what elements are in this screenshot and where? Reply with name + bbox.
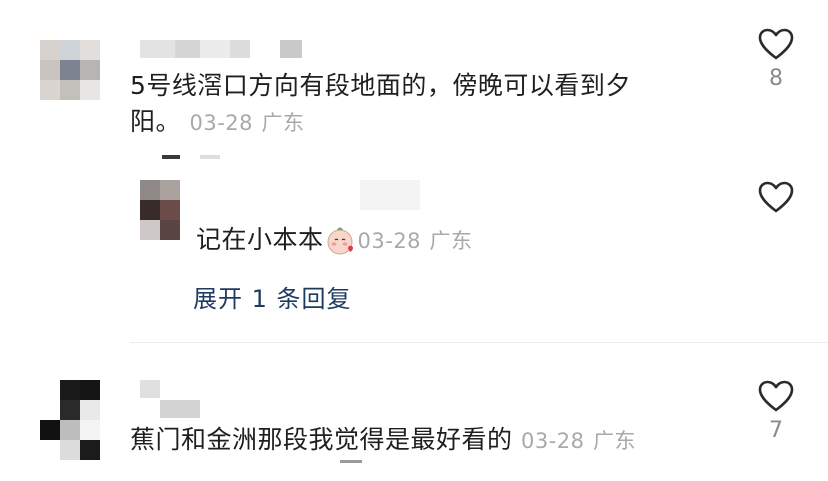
username-blurred[interactable]: [160, 400, 200, 418]
like-button[interactable]: 7: [756, 380, 796, 443]
comment-text: 蕉门和金洲那段我觉得是最好看的 03-28 广东: [130, 422, 750, 459]
username-blurred[interactable]: [360, 180, 420, 210]
heart-outline-icon: [758, 28, 794, 60]
username-blurred[interactable]: [140, 380, 160, 398]
reply-body: 记在小本本: [196, 225, 324, 254]
divider: [130, 342, 828, 343]
blush-heart-emoji: [326, 226, 356, 256]
comment-date: 03-28: [520, 429, 585, 453]
heart-outline-icon: [758, 181, 794, 213]
comment-body: 5号线滘口方向有段地面的，傍晚可以看到夕: [130, 71, 631, 100]
like-button[interactable]: 8: [756, 28, 796, 91]
avatar[interactable]: [40, 380, 100, 460]
comment-body-cont: 阳。: [130, 107, 182, 136]
comment-location: 广东: [261, 111, 305, 135]
reply-location: 广东: [429, 229, 473, 253]
like-count: 8: [769, 66, 783, 91]
avatar[interactable]: [140, 180, 180, 240]
like-count: 7: [769, 418, 783, 443]
username-blurred[interactable]: [140, 40, 302, 58]
like-button[interactable]: [756, 181, 796, 213]
reply-date: 03-28: [357, 229, 422, 253]
blurred-artifact: [162, 155, 180, 159]
comment-body: 蕉门和金洲那段我觉得是最好看的: [130, 425, 513, 454]
heart-outline-icon: [758, 380, 794, 412]
expand-replies-link[interactable]: 展开 1 条回复: [193, 279, 352, 314]
comment-location: 广东: [592, 429, 636, 453]
blurred-artifact: [200, 155, 220, 159]
comment-text: 5号线滘口方向有段地面的，傍晚可以看到夕 阳。 03-28 广东: [130, 68, 730, 141]
blurred-artifact: [340, 460, 362, 463]
reply-text: 记在小本本 03-28 广东: [196, 222, 696, 259]
comment-date: 03-28: [189, 111, 253, 135]
avatar[interactable]: [40, 40, 100, 100]
